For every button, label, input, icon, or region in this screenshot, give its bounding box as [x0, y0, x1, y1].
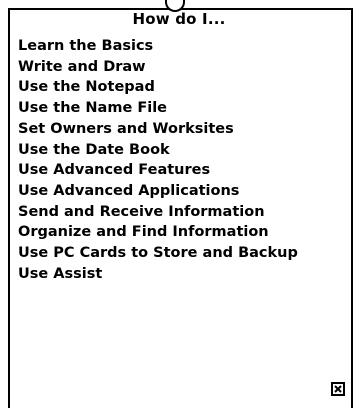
topic-list: Learn the Basics Write and Draw Use the …: [18, 36, 298, 284]
topic-learn-basics[interactable]: Learn the Basics: [18, 36, 298, 57]
topic-advanced-features[interactable]: Use Advanced Features: [18, 160, 298, 181]
topic-notepad[interactable]: Use the Notepad: [18, 77, 298, 98]
topic-organize-find[interactable]: Organize and Find Information: [18, 222, 298, 243]
close-box-icon[interactable]: [331, 382, 345, 396]
topic-date-book[interactable]: Use the Date Book: [18, 140, 298, 161]
topic-send-receive[interactable]: Send and Receive Information: [18, 202, 298, 223]
topic-advanced-applications[interactable]: Use Advanced Applications: [18, 181, 298, 202]
panel-title: How do I...: [132, 10, 226, 28]
topic-name-file[interactable]: Use the Name File: [18, 98, 298, 119]
topic-owners-worksites[interactable]: Set Owners and Worksites: [18, 119, 298, 140]
topic-pc-cards[interactable]: Use PC Cards to Store and Backup: [18, 243, 298, 264]
topic-assist[interactable]: Use Assist: [18, 264, 298, 285]
topic-write-draw[interactable]: Write and Draw: [18, 57, 298, 78]
